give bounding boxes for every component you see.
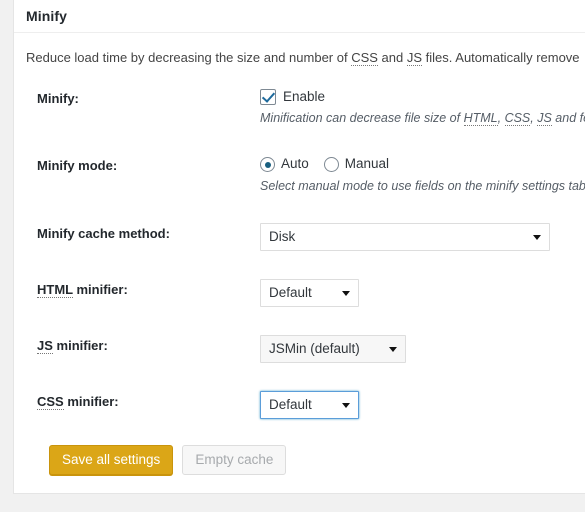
label-minify-mode-text: Minify mode:: [37, 158, 118, 174]
minify-description: Minification can decrease file size of H…: [260, 111, 585, 127]
settings-form-table: Minify: Enable Minification can decrease…: [26, 74, 585, 434]
empty-cache-button[interactable]: Empty cache: [182, 445, 287, 476]
field-js-minifier: JSMin (default): [260, 321, 585, 377]
desc-abbr-js: JS: [537, 111, 552, 127]
field-html-minifier: Default: [260, 265, 585, 321]
chevron-down-icon: [389, 347, 397, 353]
row-js-minifier: JS minifier: JSMin (default): [26, 321, 585, 377]
intro-abbr-css: CSS: [351, 50, 378, 66]
label-js-minifier-rest: minifier:: [52, 338, 108, 354]
label-minify-text: Minify:: [37, 90, 79, 106]
intro-abbr-js: JS: [406, 50, 423, 66]
row-minify-cache-method: Minify cache method: Disk: [26, 209, 585, 265]
radio-manual-label[interactable]: Manual: [345, 155, 389, 174]
minify-enable-checkbox[interactable]: Enable: [260, 88, 585, 107]
panel-header: Minify: [14, 0, 585, 33]
minify-mode-radio-group: Auto Manual: [260, 155, 585, 174]
label-html-minifier-rest: minifier:: [72, 282, 128, 298]
field-css-minifier: Default: [260, 377, 585, 433]
label-css-minifier: CSS minifier:: [26, 377, 260, 433]
panel-body: Reduce load time by decreasing the size …: [14, 33, 585, 493]
label-minify: Minify:: [26, 74, 260, 142]
minify-mode-description: Select manual mode to use fields on the …: [260, 179, 585, 194]
radio-manual[interactable]: [323, 157, 339, 173]
select-js-minifier-value: JSMin (default): [269, 340, 360, 356]
desc-abbr-css: CSS: [504, 111, 531, 127]
label-js-minifier: JS minifier:: [26, 321, 260, 377]
intro-text-full: Reduce load time by decreasing the size …: [26, 50, 580, 66]
select-html-minifier-value: Default: [269, 284, 312, 300]
minify-enable-label: Enable: [283, 88, 326, 104]
label-css-minifier-rest: minifier:: [63, 394, 119, 410]
checkbox-box-icon[interactable]: [260, 88, 276, 105]
select-css-minifier[interactable]: Default: [260, 391, 359, 420]
minify-settings-screen: Minify Reduce load time by decreasing th…: [0, 0, 585, 512]
select-html-minifier[interactable]: Default: [260, 279, 359, 308]
radio-auto[interactable]: [260, 157, 275, 173]
row-minify: Minify: Enable Minification can decrease…: [26, 74, 585, 142]
select-js-minifier[interactable]: JSMin (default): [260, 335, 406, 364]
select-minify-cache-method-value: Disk: [269, 228, 296, 244]
desc-abbr-html: HTML: [463, 111, 498, 127]
label-minify-mode: Minify mode:: [26, 141, 260, 209]
field-minify-cache-method: Disk: [260, 209, 585, 265]
row-css-minifier: CSS minifier: Default: [26, 377, 585, 433]
chevron-down-icon: [342, 291, 350, 297]
page-title: Minify: [26, 8, 68, 24]
form-actions: Save all settings Empty cache: [26, 433, 585, 493]
field-minify-mode: Auto Manual Select manual mode to use fi…: [260, 141, 585, 209]
label-html-minifier: HTML minifier:: [26, 265, 260, 321]
label-html-minifier-abbr: HTML: [37, 282, 73, 299]
label-css-minifier-abbr: CSS: [37, 394, 64, 411]
intro-text: Reduce load time by decreasing the size …: [26, 33, 585, 74]
minify-settings-panel: Minify Reduce load time by decreasing th…: [13, 0, 585, 495]
chevron-down-icon: [533, 235, 541, 241]
row-minify-mode: Minify mode: Auto Manual Select manual m…: [26, 141, 585, 209]
admin-left-gutter: [0, 0, 13, 512]
select-css-minifier-value: Default: [269, 396, 312, 412]
select-minify-cache-method[interactable]: Disk: [260, 223, 550, 252]
save-all-settings-button[interactable]: Save all settings: [49, 445, 174, 476]
chevron-down-icon: [342, 403, 350, 409]
field-minify: Enable Minification can decrease file si…: [260, 74, 585, 142]
radio-auto-label[interactable]: Auto: [281, 155, 309, 174]
label-minify-cache-method: Minify cache method:: [26, 209, 260, 265]
label-minify-cache-method-text: Minify cache method:: [37, 226, 170, 242]
row-html-minifier: HTML minifier: Default: [26, 265, 585, 321]
label-js-minifier-abbr: JS: [37, 338, 53, 355]
